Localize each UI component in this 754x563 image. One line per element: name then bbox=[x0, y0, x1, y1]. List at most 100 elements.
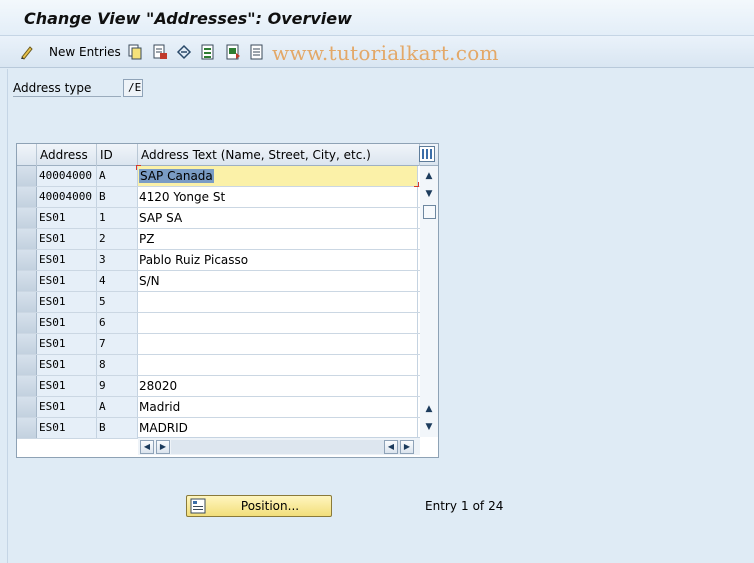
address-cell: ES01 bbox=[37, 334, 97, 354]
id-cell: A bbox=[97, 166, 138, 186]
select-all-header[interactable] bbox=[17, 144, 37, 166]
row-selector[interactable] bbox=[17, 376, 37, 396]
address-text-cell[interactable]: SAP SA bbox=[138, 208, 418, 228]
pencil-glasses-icon[interactable] bbox=[19, 43, 37, 61]
address-text-cell[interactable]: Pablo Ruiz Picasso bbox=[138, 250, 418, 270]
address-text-cell[interactable] bbox=[138, 334, 418, 354]
entry-status: Entry 1 of 24 bbox=[425, 499, 507, 513]
table-row: ES01 B MADRID bbox=[17, 418, 420, 439]
column-header-address-text[interactable]: Address Text (Name, Street, City, etc.) bbox=[138, 144, 420, 166]
row-selector[interactable] bbox=[17, 397, 37, 417]
address-text-cell[interactable] bbox=[138, 313, 418, 333]
address-text-cell[interactable]: PZ bbox=[138, 229, 418, 249]
row-selector[interactable] bbox=[17, 418, 37, 438]
scroll-page-up-icon[interactable]: ▲ bbox=[423, 403, 435, 415]
row-selector[interactable] bbox=[17, 292, 37, 312]
position-button[interactable]: Position... bbox=[186, 495, 332, 517]
address-text-cell[interactable]: MADRID bbox=[138, 418, 418, 438]
id-cell: 8 bbox=[97, 355, 138, 375]
row-selector[interactable] bbox=[17, 229, 37, 249]
row-selector[interactable] bbox=[17, 334, 37, 354]
address-cell: ES01 bbox=[37, 418, 97, 438]
table-row: ES01 A Madrid bbox=[17, 397, 420, 418]
table-settings-icon[interactable] bbox=[419, 146, 435, 162]
scroll-page-down-icon[interactable]: ▼ bbox=[423, 421, 435, 433]
horizontal-scroll-thumb[interactable] bbox=[171, 440, 403, 454]
id-cell: A bbox=[97, 397, 138, 417]
scroll-up-icon[interactable]: ▲ bbox=[423, 170, 435, 182]
address-cell: ES01 bbox=[37, 376, 97, 396]
scroll-down-icon[interactable]: ▼ bbox=[423, 188, 435, 200]
scroll-left-end-icon[interactable]: ◀ bbox=[384, 440, 398, 454]
table-row: ES01 9 28020 bbox=[17, 376, 420, 397]
id-cell: 9 bbox=[97, 376, 138, 396]
row-selector[interactable] bbox=[17, 271, 37, 291]
select-block-icon[interactable] bbox=[224, 43, 242, 61]
entry-label: Entry bbox=[425, 499, 457, 513]
table-row: 40004000 B 4120 Yonge St bbox=[17, 187, 420, 208]
address-cell: ES01 bbox=[37, 250, 97, 270]
id-cell: 4 bbox=[97, 271, 138, 291]
address-cell: ES01 bbox=[37, 313, 97, 333]
id-cell: 6 bbox=[97, 313, 138, 333]
delete-icon[interactable] bbox=[151, 43, 169, 61]
address-type-label: Address type bbox=[13, 81, 121, 97]
address-cell: ES01 bbox=[37, 229, 97, 249]
address-cell: ES01 bbox=[37, 397, 97, 417]
select-all-icon[interactable] bbox=[199, 43, 217, 61]
row-selector[interactable] bbox=[17, 166, 37, 186]
entry-current: 1 bbox=[460, 499, 469, 513]
table-row: ES01 1 SAP SA bbox=[17, 208, 420, 229]
row-selector[interactable] bbox=[17, 313, 37, 333]
table-row: ES01 2 PZ bbox=[17, 229, 420, 250]
title-bar: Change View "Addresses": Overview bbox=[0, 0, 754, 36]
address-text-cell[interactable] bbox=[138, 292, 418, 312]
address-text-cell[interactable]: 4120 Yonge St bbox=[138, 187, 418, 207]
scroll-right-icon[interactable]: ▶ bbox=[156, 440, 170, 454]
copy-icon[interactable] bbox=[126, 43, 144, 61]
watermark: www.tutorialkart.com bbox=[272, 41, 499, 65]
id-cell: 3 bbox=[97, 250, 138, 270]
scroll-right-end-icon[interactable]: ▶ bbox=[400, 440, 414, 454]
horizontal-scrollbar[interactable]: ◀ ▶ ◀ ▶ bbox=[138, 437, 420, 455]
scroll-left-icon[interactable]: ◀ bbox=[140, 440, 154, 454]
scroll-thumb[interactable] bbox=[423, 205, 436, 219]
new-entries-button[interactable]: New Entries bbox=[49, 45, 121, 59]
column-header-address[interactable]: Address bbox=[37, 144, 97, 166]
address-cell: ES01 bbox=[37, 292, 97, 312]
id-cell: B bbox=[97, 187, 138, 207]
row-selector[interactable] bbox=[17, 355, 37, 375]
address-cell: ES01 bbox=[37, 271, 97, 291]
table-row: ES01 8 bbox=[17, 355, 420, 376]
table-row: ES01 7 bbox=[17, 334, 420, 355]
row-selector[interactable] bbox=[17, 187, 37, 207]
entry-total: 24 bbox=[488, 499, 504, 513]
table-row: 40004000 A SAP Canada bbox=[17, 165, 420, 187]
deselect-all-icon[interactable] bbox=[248, 43, 266, 61]
table-row: ES01 6 bbox=[17, 313, 420, 334]
vertical-scrollbar[interactable]: ▲ ▼ ▲ ▼ bbox=[420, 166, 438, 437]
address-cell: 40004000 bbox=[37, 166, 97, 186]
row-selector[interactable] bbox=[17, 208, 37, 228]
column-header-id[interactable]: ID bbox=[97, 144, 138, 166]
address-text-cell[interactable]: SAP Canada bbox=[136, 165, 419, 187]
undo-icon[interactable] bbox=[175, 43, 193, 61]
table-row: ES01 3 Pablo Ruiz Picasso bbox=[17, 250, 420, 271]
address-text-cell[interactable]: Madrid bbox=[138, 397, 418, 417]
address-text-cell[interactable]: S/N bbox=[138, 271, 418, 291]
id-cell: 7 bbox=[97, 334, 138, 354]
position-button-label: Position... bbox=[240, 499, 300, 513]
id-cell: 1 bbox=[97, 208, 138, 228]
id-cell: 5 bbox=[97, 292, 138, 312]
address-text-cell[interactable]: 28020 bbox=[138, 376, 418, 396]
page-title: Change View "Addresses": Overview bbox=[24, 9, 352, 28]
table-row: ES01 5 bbox=[17, 292, 420, 313]
address-type-field[interactable]: /E bbox=[123, 79, 143, 97]
address-cell: 40004000 bbox=[37, 187, 97, 207]
entry-of: of bbox=[472, 499, 485, 513]
address-table: Address ID Address Text (Name, Street, C… bbox=[16, 143, 439, 458]
address-text-value: SAP Canada bbox=[139, 169, 214, 183]
row-selector[interactable] bbox=[17, 250, 37, 270]
address-text-cell[interactable] bbox=[138, 355, 418, 375]
address-cell: ES01 bbox=[37, 355, 97, 375]
